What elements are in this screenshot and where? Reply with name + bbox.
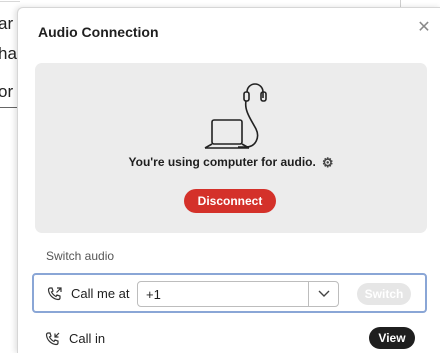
call-in-label: Call in bbox=[69, 331, 106, 346]
country-code-value: +1 bbox=[146, 287, 161, 302]
switch-audio-heading: Switch audio bbox=[46, 249, 115, 263]
call-me-label: Call me at bbox=[71, 286, 130, 301]
dialog-title: Audio Connection bbox=[38, 24, 159, 40]
background-text-fragment: ar bbox=[0, 14, 14, 33]
country-dropdown-toggle[interactable] bbox=[308, 282, 339, 306]
background-text-fragment: ha bbox=[0, 44, 17, 63]
call-me-option[interactable]: Call me at +1 Switch bbox=[32, 273, 427, 313]
gear-icon[interactable]: ⚙ bbox=[322, 155, 334, 171]
view-button[interactable]: View bbox=[369, 327, 415, 349]
background-text-fragment: or bbox=[0, 82, 14, 101]
audio-connection-dialog: Audio Connection ✕ You're using computer… bbox=[17, 7, 440, 353]
call-in-option[interactable]: Call in View bbox=[32, 321, 427, 353]
phone-outgoing-icon bbox=[47, 287, 62, 301]
status-text: You're using computer for audio. bbox=[128, 155, 316, 169]
close-icon[interactable]: ✕ bbox=[416, 20, 432, 36]
disconnect-button[interactable]: Disconnect bbox=[184, 189, 276, 213]
audio-status-message: You're using computer for audio. ⚙ bbox=[35, 155, 427, 171]
country-code-select[interactable]: +1 bbox=[137, 281, 339, 307]
phone-incoming-icon bbox=[45, 332, 60, 346]
chevron-down-icon bbox=[318, 290, 330, 297]
background-rule bbox=[0, 1, 20, 2]
switch-button[interactable]: Switch bbox=[357, 283, 411, 305]
computer-headset-icon bbox=[204, 83, 267, 149]
audio-status-panel: You're using computer for audio. ⚙ Discon… bbox=[35, 63, 427, 233]
